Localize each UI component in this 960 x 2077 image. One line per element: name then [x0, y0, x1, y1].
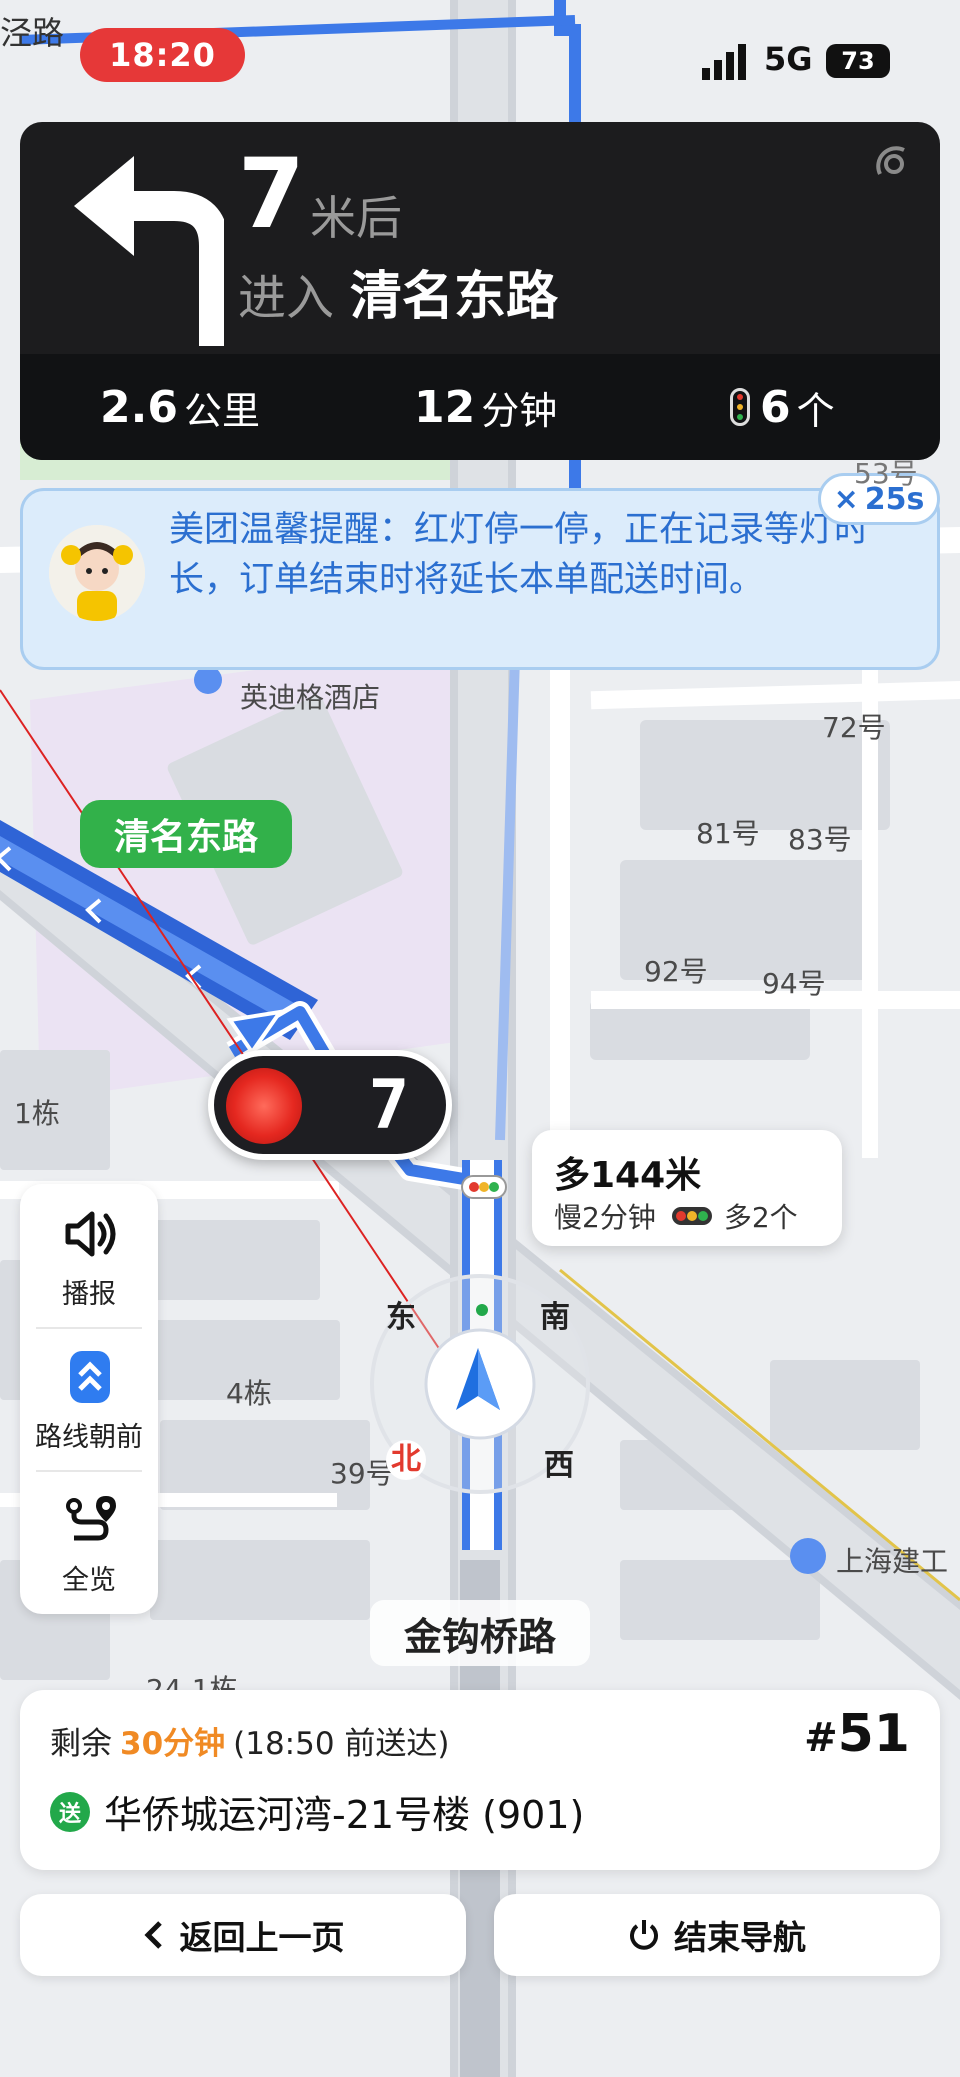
compass-north: 北	[386, 1440, 426, 1480]
turn-by-turn-card: 7 米后 进入 清名东路 2.6 公里 12 分钟 6 个	[20, 122, 940, 460]
remaining-distance-value: 2.6	[100, 381, 178, 433]
speaker-icon	[65, 1211, 116, 1257]
network-type: 5G	[764, 40, 813, 78]
traffic-light-countdown: 7	[208, 1050, 452, 1160]
power-icon	[630, 1920, 658, 1950]
reminder-message: 美团温馨提醒：红灯停一停，正在记录等灯时长，订单结束时将延长本单配送时间。	[169, 510, 870, 600]
route-overview-button[interactable]: 全览	[20, 1470, 158, 1613]
order-number-value: 51	[837, 1704, 910, 1764]
maneuver-action: 进入	[238, 270, 335, 326]
status-time: 18:20	[80, 28, 245, 82]
trip-summary: 2.6 公里 12 分钟 6 个	[20, 354, 940, 460]
overview-icon	[66, 1496, 116, 1541]
address-83-label: 83号	[788, 823, 852, 856]
address-72-label: 72号	[822, 711, 886, 744]
alternate-route-card[interactable]: 多144米 慢2分钟 多2个	[532, 1130, 842, 1246]
remaining-distance-unit: 公里	[183, 388, 260, 433]
traffic-light-count: 6 个	[730, 354, 835, 460]
road-name-bubble: 清名东路	[80, 800, 292, 868]
back-button-label: 返回上一页	[179, 1918, 345, 1957]
voice-broadcast-label: 播报	[62, 1279, 116, 1310]
map-side-controls: 播报 路线朝前 全览	[20, 1184, 158, 1614]
assistant-avatar	[49, 525, 145, 621]
cell-signal-icon	[702, 44, 746, 80]
address-39-label: 39号	[330, 1457, 394, 1490]
extra-distance: 多144米	[554, 1155, 702, 1196]
remaining-time-unit: 分钟	[481, 388, 558, 433]
traffic-light-unit: 个	[796, 388, 835, 433]
address-53-label: 53号	[854, 457, 918, 490]
slower-time: 慢2分钟	[554, 1201, 656, 1234]
current-street-label: 金钩桥路	[370, 1600, 590, 1666]
compass-west: 西	[544, 1448, 574, 1483]
traffic-light-icon	[730, 388, 750, 426]
delivery-badge: 送	[50, 1791, 90, 1832]
remaining-time-value: 12	[414, 381, 476, 433]
compass-south: 南	[540, 1300, 570, 1335]
extra-lights: 多2个	[723, 1201, 798, 1234]
route-forward-label: 路线朝前	[35, 1422, 143, 1453]
maneuver-road-name: 清名东路	[350, 267, 559, 327]
route-forward-icon	[70, 1351, 110, 1403]
end-navigation-button[interactable]: 结束导航	[494, 1894, 940, 1976]
reminder-banner: 美团温馨提醒：红灯停一停，正在记录等灯时长，订单结束时将延长本单配送时间。 × …	[20, 473, 940, 670]
order-eta: 剩余 30分钟 (18:50 前送达)	[50, 1718, 450, 1763]
traffic-light-value: 6	[760, 381, 791, 433]
remaining-time: 12 分钟	[414, 354, 557, 460]
light-countdown-value: 7	[368, 1065, 410, 1145]
maneuver-distance: 7	[238, 138, 305, 250]
battery-icon: 73	[826, 44, 890, 78]
traffic-light-icon	[671, 1207, 712, 1225]
detour-details: 慢2分钟 多2个	[554, 1196, 798, 1236]
order-number: #51	[804, 1704, 910, 1764]
red-light-icon	[226, 1068, 302, 1144]
poi-hotel-label[interactable]: 英迪格酒店	[240, 676, 380, 716]
end-navigation-label: 结束导航	[674, 1918, 806, 1957]
chevron-left-icon	[143, 1921, 162, 1949]
maneuver-distance-unit: 米后	[310, 191, 402, 245]
turn-left-arrow-icon	[74, 156, 224, 346]
address-94-label: 94号	[762, 967, 826, 1000]
address-92-label: 92号	[644, 955, 708, 988]
remaining-distance: 2.6 公里	[100, 354, 260, 460]
map-road-label: 泾路	[0, 14, 65, 52]
route-overview-label: 全览	[62, 1565, 116, 1596]
delivery-address: 华侨城运河湾-21号楼 (901)	[104, 1793, 585, 1837]
voice-broadcast-button[interactable]: 播报	[20, 1184, 158, 1327]
address-81-label: 81号	[696, 817, 760, 850]
delivery-deadline: (18:50 前送达)	[233, 1726, 450, 1762]
delivery-address-row: 送 华侨城运河湾-21号楼 (901)	[50, 1784, 584, 1839]
gps-signal-icon[interactable]	[874, 144, 914, 184]
remaining-time-value: 30分钟	[120, 1726, 226, 1762]
building-4-label: 4栋	[226, 1377, 272, 1410]
remaining-label: 剩余	[50, 1726, 112, 1762]
building-1-label: 1栋	[14, 1097, 60, 1130]
delivery-order-card[interactable]: 剩余 30分钟 (18:50 前送达) #51 送 华侨城运河湾-21号楼 (9…	[20, 1690, 940, 1870]
back-button[interactable]: 返回上一页	[20, 1894, 466, 1976]
route-forward-button[interactable]: 路线朝前	[20, 1327, 158, 1470]
compass-east: 东	[386, 1300, 416, 1335]
poi-shanghai-label[interactable]: 上海建工	[836, 1540, 948, 1580]
order-number-prefix: #	[804, 1715, 838, 1761]
